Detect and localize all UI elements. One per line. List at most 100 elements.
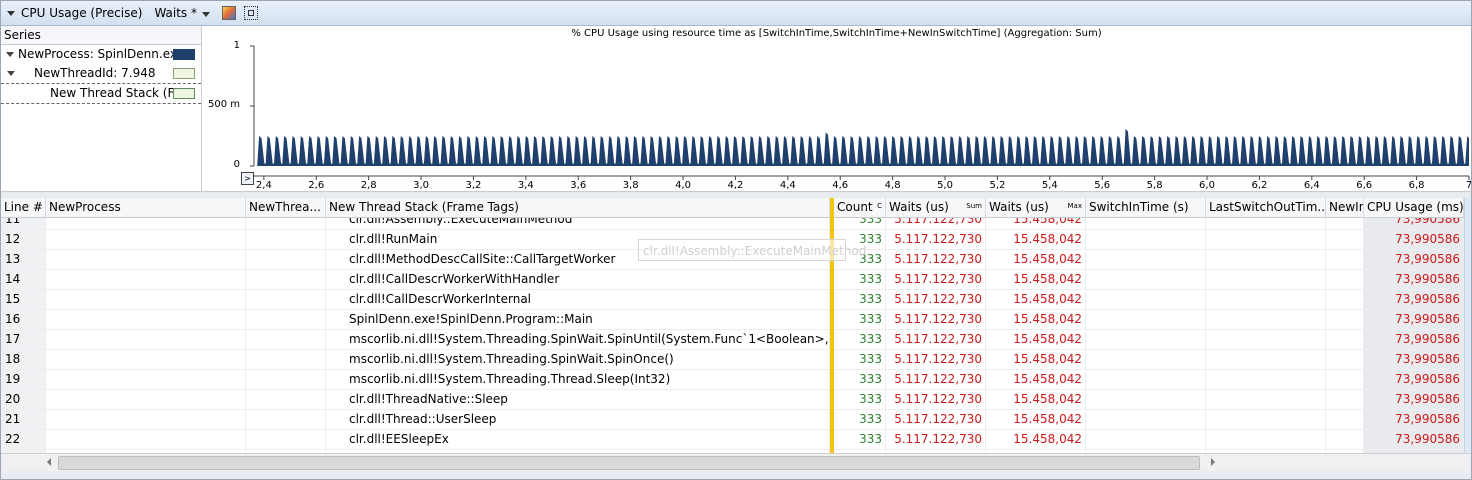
stack-frame-cell: clr.dll!EESleepEx <box>326 430 830 449</box>
count-cell: 333 <box>834 370 886 389</box>
waits-sum-cell: 5.117.122,730 <box>886 410 986 429</box>
series-item-thread[interactable]: NewThreadId: 7.948 <box>1 64 201 83</box>
preset-dropdown-chevron-icon[interactable] <box>202 11 210 17</box>
preset-dropdown[interactable]: Waits * <box>154 6 197 20</box>
newinswitch-cell <box>1326 390 1364 409</box>
select-area-icon[interactable] <box>244 6 258 20</box>
expand-chevron-icon[interactable] <box>7 71 15 76</box>
switchintime-cell <box>1086 270 1206 289</box>
newinswitch-cell <box>1326 430 1364 449</box>
expand-legend-button[interactable]: > <box>241 172 254 185</box>
x-tick-label: 5,2 <box>989 180 1006 191</box>
table-row[interactable]: 20 clr.dll!ThreadNative::Sleep 333 5.117.12… <box>1 390 1471 410</box>
lastswitchout-cell <box>1206 390 1326 409</box>
newinswitch-cell <box>1326 330 1364 349</box>
switchintime-cell <box>1086 330 1206 349</box>
newinswitch-cell <box>1326 290 1364 309</box>
cpu-usage-cell: 73,990586 <box>1364 430 1464 449</box>
column-aggregation: Sum <box>966 202 982 210</box>
series-color-swatch[interactable] <box>173 68 195 79</box>
scroll-left-arrow-icon[interactable] <box>47 458 51 466</box>
lastswitchout-cell <box>1206 230 1326 249</box>
waits-sum-cell: 5.117.122,730 <box>886 370 986 389</box>
scrollbar-thumb[interactable] <box>58 456 1200 470</box>
series-color-swatch[interactable] <box>173 88 195 99</box>
table-row[interactable]: 14 clr.dll!CallDescrWorkerWithHandler 333 5… <box>1 270 1471 290</box>
lastswitchout-cell <box>1206 350 1326 369</box>
process-cell <box>46 370 246 389</box>
cpu-usage-chart[interactable]: % CPU Usage using resource time as [Swit… <box>202 26 1471 191</box>
line-cell: 19 <box>1 370 46 389</box>
column-header-label: Waits (us) <box>989 200 1049 214</box>
table-row[interactable]: 22 clr.dll!EESleepEx 333 5.117.122,730 15.45… <box>1 430 1471 450</box>
waits-sum-cell: 5.117.122,730 <box>886 350 986 369</box>
stack-frame-cell: clr.dll!CallDescrWorkerInternal <box>326 290 830 309</box>
process-cell <box>46 330 246 349</box>
table-row[interactable]: 21 clr.dll!Thread::UserSleep 333 5.117.122,… <box>1 410 1471 430</box>
count-cell: 333 <box>834 350 886 369</box>
cpu-usage-cell: 73,990586 <box>1364 250 1464 269</box>
waits-max-cell: 15.458,042 <box>986 430 1086 449</box>
column-header-stack[interactable]: New Thread Stack (Frame Tags) <box>326 198 830 217</box>
column-header-newinswitch[interactable]: NewInI <box>1326 198 1364 217</box>
column-header-waits-max[interactable]: Waits (us) Max <box>986 198 1086 217</box>
x-tick-label: 5,4 <box>1041 180 1058 191</box>
chart-color-icon[interactable] <box>222 6 236 20</box>
process-cell <box>46 270 246 289</box>
table-row[interactable]: 19 mscorlib.ni.dll!System.Threading.Threa… <box>1 370 1471 390</box>
x-tick-label: 4,4 <box>779 180 796 191</box>
x-tick-label: 4,6 <box>832 180 849 191</box>
waits-max-cell: 15.458,042 <box>986 390 1086 409</box>
column-header-process[interactable]: NewProcess <box>46 198 246 217</box>
x-tick-label: 6,0 <box>1199 180 1215 191</box>
thread-cell <box>246 430 326 449</box>
thread-cell <box>246 250 326 269</box>
expand-chevron-icon[interactable] <box>6 52 14 57</box>
column-header-switchintime[interactable]: SwitchInTime (s) <box>1086 198 1206 217</box>
column-header-thread[interactable]: NewThrea... <box>246 198 326 217</box>
table-row[interactable]: 16 SpinlDenn.exe!SpinlDenn.Program::Main 3… <box>1 310 1471 330</box>
right-edge-strip <box>1464 198 1471 453</box>
newinswitch-cell <box>1326 270 1364 289</box>
scroll-right-arrow-icon[interactable] <box>1211 458 1215 466</box>
x-tick-label: 6,8 <box>1408 180 1425 191</box>
thread-cell <box>246 410 326 429</box>
column-header-waits-sum[interactable]: Waits (us) Sum <box>886 198 986 217</box>
switchintime-cell <box>1086 230 1206 249</box>
count-cell: 333 <box>834 290 886 309</box>
series-panel: Series NewProcess: SpinlDenn.ex... NewTh… <box>1 26 202 191</box>
series-item-stack[interactable]: New Thread Stack (F... <box>1 83 201 104</box>
table-row[interactable]: 17 mscorlib.ni.dll!System.Threading.SpinW… <box>1 330 1471 350</box>
column-header-line[interactable]: Line # <box>1 198 46 217</box>
process-cell <box>46 290 246 309</box>
switchintime-cell <box>1086 430 1206 449</box>
stack-frame-cell: clr.dll!Thread::UserSleep <box>326 410 830 429</box>
stack-frame-cell: SpinlDenn.exe!SpinlDenn.Program::Main <box>326 310 830 329</box>
line-cell: 18 <box>1 350 46 369</box>
table-row[interactable]: 18 mscorlib.ni.dll!System.Threading.SpinW… <box>1 350 1471 370</box>
line-cell: 16 <box>1 310 46 329</box>
line-cell: 12 <box>1 230 46 249</box>
cpu-usage-area-series <box>257 128 1469 166</box>
stack-frame-cell: mscorlib.ni.dll!System.Threading.Thread.… <box>326 370 830 389</box>
lastswitchout-cell <box>1206 410 1326 429</box>
x-tick-label: 4,0 <box>675 180 691 191</box>
column-header-lastswitchout[interactable]: LastSwitchOutTim... <box>1206 198 1326 217</box>
waits-sum-cell: 5.117.122,730 <box>886 390 986 409</box>
series-color-swatch[interactable] <box>173 49 195 60</box>
window: CPU Usage (Precise) Waits * Series NewPr… <box>0 0 1472 480</box>
cpu-usage-cell: 73,990586 <box>1364 390 1464 409</box>
line-cell: 21 <box>1 410 46 429</box>
column-header-count[interactable]: Count C <box>834 198 886 217</box>
column-header-cpu-usage[interactable]: CPU Usage (ms) <box>1364 198 1464 217</box>
table-row[interactable]: 15 clr.dll!CallDescrWorkerInternal 333 5.11… <box>1 290 1471 310</box>
horizontal-scrollbar[interactable] <box>1 453 1471 471</box>
waits-max-cell: 15.458,042 <box>986 330 1086 349</box>
lastswitchout-cell <box>1206 270 1326 289</box>
focus-column-divider[interactable] <box>830 198 834 453</box>
chart-plot-area[interactable] <box>202 26 1471 191</box>
column-aggregation: C <box>877 202 882 210</box>
stack-frame-cell: clr.dll!ThreadNative::Sleep <box>326 390 830 409</box>
series-item-process[interactable]: NewProcess: SpinlDenn.ex... <box>1 45 201 64</box>
collapse-chevron-icon[interactable] <box>7 10 15 16</box>
